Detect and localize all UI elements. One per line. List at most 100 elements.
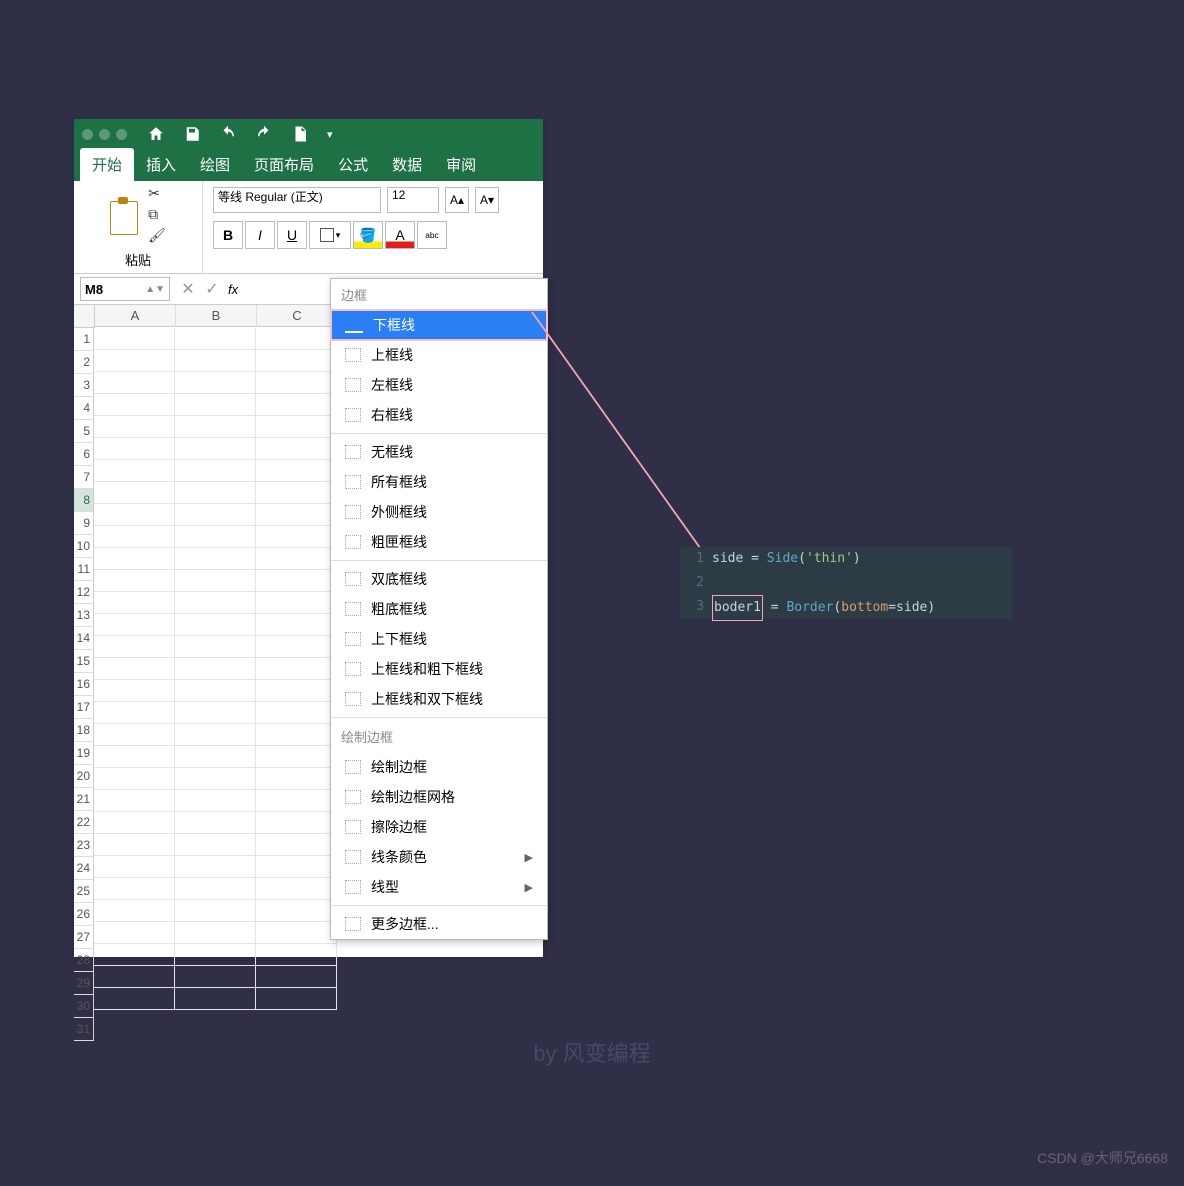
- cell[interactable]: [256, 614, 337, 636]
- font-color-button[interactable]: A: [385, 221, 415, 249]
- cell[interactable]: [175, 702, 256, 724]
- cell[interactable]: [175, 350, 256, 372]
- cell[interactable]: [94, 372, 175, 394]
- cell[interactable]: [175, 878, 256, 900]
- cell[interactable]: [175, 614, 256, 636]
- cell[interactable]: [175, 394, 256, 416]
- cell[interactable]: [175, 570, 256, 592]
- copy-icon[interactable]: ⧉: [148, 206, 166, 223]
- cell[interactable]: [175, 966, 256, 988]
- cell[interactable]: [94, 988, 175, 1010]
- cell[interactable]: [256, 548, 337, 570]
- cell[interactable]: [175, 680, 256, 702]
- tab-formula[interactable]: 公式: [326, 148, 380, 181]
- row-header[interactable]: 18: [74, 719, 94, 742]
- row-header[interactable]: 4: [74, 397, 94, 420]
- cell[interactable]: [256, 504, 337, 526]
- dropdown-item[interactable]: 无框线: [331, 437, 547, 467]
- cell[interactable]: [94, 680, 175, 702]
- traffic-light-min[interactable]: [99, 129, 110, 140]
- row-header[interactable]: 21: [74, 788, 94, 811]
- cell[interactable]: [175, 636, 256, 658]
- cell[interactable]: [256, 328, 337, 350]
- format-painter-icon[interactable]: 🖌: [148, 227, 166, 244]
- cell[interactable]: [256, 834, 337, 856]
- row-header[interactable]: 2: [74, 351, 94, 374]
- dropdown-item[interactable]: 双底框线: [331, 564, 547, 594]
- cell[interactable]: [256, 724, 337, 746]
- cell[interactable]: [94, 350, 175, 372]
- dropdown-item[interactable]: 下框线: [331, 310, 547, 340]
- row-header[interactable]: 20: [74, 765, 94, 788]
- dropdown-item[interactable]: 上框线和粗下框线: [331, 654, 547, 684]
- fill-color-button[interactable]: 🪣: [353, 221, 383, 249]
- cell[interactable]: [94, 658, 175, 680]
- cell[interactable]: [175, 328, 256, 350]
- cell[interactable]: [175, 768, 256, 790]
- dropdown-item[interactable]: 上框线: [331, 340, 547, 370]
- dropdown-item[interactable]: 右框线: [331, 400, 547, 430]
- cell[interactable]: [94, 614, 175, 636]
- dropdown-item[interactable]: 擦除边框: [331, 812, 547, 842]
- cell[interactable]: [256, 680, 337, 702]
- paste-icon[interactable]: [110, 197, 140, 233]
- tab-draw[interactable]: 绘图: [188, 148, 242, 181]
- cell[interactable]: [256, 790, 337, 812]
- phonetic-button[interactable]: abc: [417, 221, 447, 249]
- tab-data[interactable]: 数据: [380, 148, 434, 181]
- save-icon[interactable]: [183, 125, 201, 143]
- cell[interactable]: [256, 416, 337, 438]
- cell[interactable]: [256, 944, 337, 966]
- cell[interactable]: [175, 504, 256, 526]
- dropdown-item[interactable]: 上框线和双下框线: [331, 684, 547, 714]
- cell[interactable]: [94, 328, 175, 350]
- cell[interactable]: [94, 592, 175, 614]
- traffic-light-close[interactable]: [82, 129, 93, 140]
- cell[interactable]: [94, 966, 175, 988]
- traffic-light-max[interactable]: [116, 129, 127, 140]
- cell[interactable]: [175, 416, 256, 438]
- col-header-c[interactable]: C: [257, 305, 338, 327]
- dropdown-item[interactable]: 粗匣框线: [331, 527, 547, 557]
- cell[interactable]: [94, 790, 175, 812]
- cell[interactable]: [94, 548, 175, 570]
- cell[interactable]: [175, 460, 256, 482]
- cell[interactable]: [175, 944, 256, 966]
- cell[interactable]: [175, 988, 256, 1010]
- fx-label[interactable]: fx: [228, 282, 238, 297]
- dropdown-item[interactable]: 外侧框线: [331, 497, 547, 527]
- cell[interactable]: [256, 372, 337, 394]
- row-header[interactable]: 9: [74, 512, 94, 535]
- row-header[interactable]: 26: [74, 903, 94, 926]
- borders-button[interactable]: ▾: [309, 221, 351, 249]
- cell[interactable]: [256, 702, 337, 724]
- cell[interactable]: [94, 460, 175, 482]
- cell[interactable]: [94, 570, 175, 592]
- home-icon[interactable]: [147, 125, 165, 143]
- row-header[interactable]: 3: [74, 374, 94, 397]
- cell[interactable]: [175, 658, 256, 680]
- cell[interactable]: [175, 372, 256, 394]
- cell[interactable]: [256, 636, 337, 658]
- dropdown-item[interactable]: 上下框线: [331, 624, 547, 654]
- cell[interactable]: [256, 482, 337, 504]
- dropdown-item[interactable]: 绘制边框网格: [331, 782, 547, 812]
- cell[interactable]: [175, 724, 256, 746]
- row-header[interactable]: 28: [74, 949, 94, 972]
- cell[interactable]: [256, 900, 337, 922]
- redo-icon[interactable]: [255, 125, 273, 143]
- row-header[interactable]: 8: [74, 489, 94, 512]
- row-header[interactable]: 24: [74, 857, 94, 880]
- cell[interactable]: [94, 944, 175, 966]
- cell[interactable]: [256, 878, 337, 900]
- cell[interactable]: [94, 834, 175, 856]
- cell[interactable]: [256, 856, 337, 878]
- cell[interactable]: [94, 526, 175, 548]
- cell[interactable]: [94, 878, 175, 900]
- row-header[interactable]: 22: [74, 811, 94, 834]
- cell[interactable]: [256, 658, 337, 680]
- cell[interactable]: [256, 350, 337, 372]
- row-header[interactable]: 11: [74, 558, 94, 581]
- col-header-a[interactable]: A: [95, 305, 176, 327]
- undo-icon[interactable]: [219, 125, 237, 143]
